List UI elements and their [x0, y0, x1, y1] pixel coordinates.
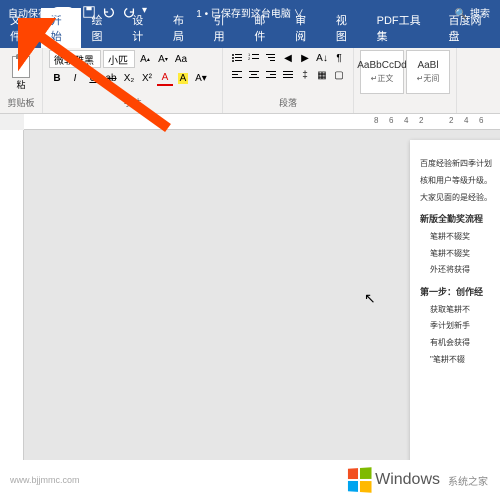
watermark-brand: Windows: [375, 471, 440, 489]
doc-line: 获取笔耕不: [430, 304, 500, 317]
align-left-button[interactable]: [229, 67, 245, 83]
group-clipboard: 粘 剪贴板: [0, 48, 43, 113]
justify-button[interactable]: [280, 67, 296, 83]
borders-button[interactable]: ▢: [331, 67, 347, 83]
ribbon-tabs: 文件 开始 绘图 设计 布局 引用 邮件 审阅 视图 PDF工具集 百度网盘: [0, 24, 500, 48]
doc-line: "笔耕不辍: [430, 354, 500, 367]
horizontal-ruler[interactable]: 8 6 4 2 2 4 6: [24, 114, 500, 130]
watermark-url: www.bjjmmc.com: [10, 475, 80, 485]
shrink-font-button[interactable]: A▾: [155, 51, 171, 67]
mouse-cursor-icon: ↖: [364, 290, 376, 307]
show-marks-button[interactable]: ¶: [331, 50, 347, 66]
tab-view[interactable]: 视图: [326, 8, 367, 48]
doc-line: 有机会获得: [430, 337, 500, 350]
doc-heading: 新版全勤奖流程: [420, 212, 500, 226]
grow-font-button[interactable]: A▴: [137, 51, 153, 67]
group-paragraph-label: 段落: [229, 96, 347, 111]
watermark-bar: www.bjjmmc.com Windows 系统之家: [0, 460, 500, 500]
workspace: 百度经验新四季计划 核和用户等级升级。 大家见面的是经验。 新版全勤奖流程 笔耕…: [0, 130, 500, 460]
align-right-button[interactable]: [263, 67, 279, 83]
bold-button[interactable]: B: [49, 70, 65, 86]
ruler-tick: 6: [479, 116, 483, 125]
group-font-label: 字体: [49, 96, 216, 111]
sort-button[interactable]: A↓: [314, 50, 330, 66]
group-font: 微软雅黑 小匹 A▴ A▾ Aa B I U ab X₂ X² A A A▾ 字…: [43, 48, 223, 113]
italic-button[interactable]: I: [67, 70, 83, 86]
highlight-button[interactable]: A: [175, 70, 191, 86]
doc-line: 季计划新手: [430, 320, 500, 333]
bullets-button[interactable]: [229, 50, 245, 66]
group-styles: AaBbCcDd ↵正文 AaBl ↵无间: [354, 48, 457, 113]
change-case-button[interactable]: Aa: [173, 51, 189, 67]
doc-heading: 第一步：创作经: [420, 285, 500, 299]
doc-line: 笔耕不辍奖: [430, 248, 500, 261]
decrease-indent-button[interactable]: ◀: [280, 50, 296, 66]
tab-design[interactable]: 设计: [122, 8, 163, 48]
align-center-button[interactable]: [246, 67, 262, 83]
doc-line: 百度经验新四季计划: [420, 158, 500, 171]
document-canvas[interactable]: 百度经验新四季计划 核和用户等级升级。 大家见面的是经验。 新版全勤奖流程 笔耕…: [24, 130, 500, 460]
ruler-tick: 2: [419, 116, 423, 125]
doc-line: 笔耕不辍奖: [430, 231, 500, 244]
strikethrough-button[interactable]: ab: [103, 70, 119, 86]
vertical-ruler[interactable]: [0, 130, 24, 460]
ruler-tick: 4: [464, 116, 468, 125]
increase-indent-button[interactable]: ▶: [297, 50, 313, 66]
ruler-tick: 6: [389, 116, 393, 125]
style-label: ↵正文: [371, 73, 394, 84]
group-paragraph: 12 ◀ ▶ A↓ ¶ ‡ ▦ ▢ 段落: [223, 48, 354, 113]
superscript-button[interactable]: X²: [139, 70, 155, 86]
underline-button[interactable]: U: [85, 70, 101, 86]
ruler-tick: 4: [404, 116, 408, 125]
search-label: 搜索: [470, 9, 490, 20]
group-clipboard-label: 剪贴板: [6, 96, 36, 111]
tab-draw[interactable]: 绘图: [81, 8, 122, 48]
svg-text:2: 2: [248, 56, 251, 61]
style-normal[interactable]: AaBbCcDd ↵正文: [360, 50, 404, 94]
text-effects-button[interactable]: A▾: [193, 70, 209, 86]
font-name-select[interactable]: 微软雅黑: [49, 50, 101, 68]
windows-logo-icon: [348, 467, 372, 493]
document-title[interactable]: 1 • 已保存到这台电脑 ∨: [196, 5, 303, 20]
style-preview: AaBbCcDd: [357, 60, 406, 71]
doc-line: 核和用户等级升级。: [420, 175, 500, 188]
ribbon: 粘 剪贴板 微软雅黑 小匹 A▴ A▾ Aa B I U ab X₂ X² A …: [0, 48, 500, 114]
shading-button[interactable]: ▦: [314, 67, 330, 83]
ruler-tick: 8: [374, 116, 378, 125]
paste-button[interactable]: 粘: [6, 51, 36, 95]
toggle-off-icon[interactable]: [52, 7, 74, 18]
clipboard-icon: [12, 56, 30, 78]
ruler-tick: 2: [449, 116, 453, 125]
font-color-button[interactable]: A: [157, 70, 173, 86]
style-preview: AaBl: [417, 60, 438, 71]
highlight-icon: A: [178, 73, 189, 84]
watermark-sub: 系统之家: [448, 473, 488, 488]
subscript-button[interactable]: X₂: [121, 70, 137, 86]
line-spacing-button[interactable]: ‡: [297, 67, 313, 83]
numbering-button[interactable]: 12: [246, 50, 262, 66]
document-page[interactable]: 百度经验新四季计划 核和用户等级升级。 大家见面的是经验。 新版全勤奖流程 笔耕…: [410, 140, 500, 460]
font-size-select[interactable]: 小匹: [103, 50, 135, 68]
search-icon: 🔍: [455, 9, 467, 20]
search-box[interactable]: 🔍 搜索: [455, 5, 490, 20]
multilevel-button[interactable]: [263, 50, 279, 66]
group-styles-label: [360, 109, 450, 111]
tab-file[interactable]: 文件: [0, 8, 41, 48]
doc-line: 外还将获得: [430, 264, 500, 277]
style-label: ↵无间: [417, 73, 440, 84]
doc-line: 大家见面的是经验。: [420, 192, 500, 205]
style-nospacing[interactable]: AaBl ↵无间: [406, 50, 450, 94]
paste-label: 粘: [16, 78, 25, 91]
tab-pdf-tools[interactable]: PDF工具集: [367, 8, 439, 48]
